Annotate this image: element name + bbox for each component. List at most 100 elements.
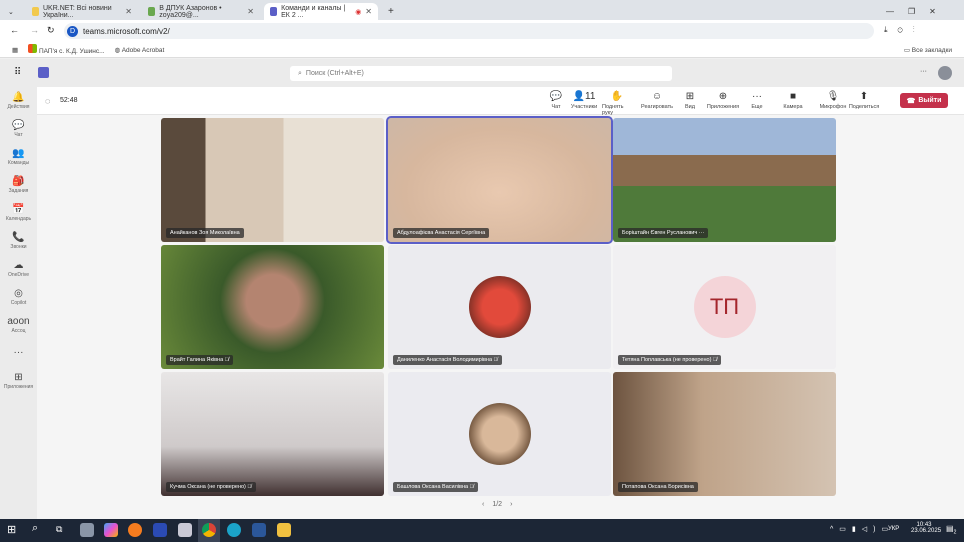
- participant-tile[interactable]: Анайканов Зоя Миколаївна: [161, 118, 384, 242]
- tab-label: UKR.NET: Всі новини України...: [42, 4, 112, 19]
- rail-item[interactable]: ···: [0, 339, 37, 367]
- control-icon: 💬: [549, 91, 563, 102]
- prev-page-icon[interactable]: ‹: [482, 501, 484, 508]
- reload-icon[interactable]: ↻: [47, 25, 55, 36]
- control-label: Камера: [783, 104, 803, 110]
- language-indicator[interactable]: УКР: [888, 526, 899, 532]
- more-icon[interactable]: ···: [920, 68, 927, 75]
- participant-tile[interactable]: Врайт Галина Яківна 🎙̸: [161, 245, 384, 369]
- recording-icon: ◉: [355, 8, 362, 16]
- rail-label: Календарь: [5, 215, 32, 222]
- back-icon[interactable]: ←: [10, 25, 19, 35]
- bookmark-1[interactable]: ПАП'я с. К.Д. Ушинс...: [28, 44, 105, 55]
- participant-tile[interactable]: Боріштайн Євген Русланович ···: [613, 118, 836, 242]
- control-6[interactable]: ··· Еще: [742, 91, 772, 110]
- firefox-icon[interactable]: [128, 523, 142, 537]
- leave-button[interactable]: ☎ Выйти: [900, 93, 948, 108]
- tab-teams[interactable]: Команди и каналы | ЕК 2 ... ◉ ✕: [264, 3, 378, 20]
- rail-label: Звонки: [10, 243, 27, 250]
- taskbar: ⊞ ⌕ ⧉ ^▭▮◁)▭ УКР 10:43 23.06.2025 ▤2: [0, 519, 964, 542]
- rail-item[interactable]: 💬 Чат: [0, 115, 37, 143]
- notification-icon[interactable]: ▤2: [946, 524, 956, 536]
- participant-tile[interactable]: Башлова Оксана Василівна 🎙̸: [388, 372, 611, 496]
- tab-mail[interactable]: В ДПУК Азаронов • zoya209@... ✕: [142, 3, 260, 20]
- participant-tile[interactable]: ТП Тетяна Поплавська (не проверено) 🎙̸: [613, 245, 836, 369]
- rail-item[interactable]: aoon Ассоц: [0, 311, 37, 339]
- participant-tile[interactable]: Потапова Оксана Борисівна: [613, 372, 836, 496]
- rail-label: Приложения: [3, 383, 34, 390]
- search-input[interactable]: ⌕ Поиск (Ctrl+Alt+E): [290, 66, 672, 81]
- forward-icon[interactable]: →: [30, 25, 39, 35]
- control-icon: ⊞: [685, 91, 695, 102]
- close-icon[interactable]: ✕: [365, 7, 372, 16]
- close-icon[interactable]: ✕: [125, 7, 132, 16]
- rail-item[interactable]: 📞 Звонки: [0, 227, 37, 255]
- teams-header: ⠿ ⌕ Поиск (Ctrl+Alt+E) ···: [0, 59, 964, 87]
- rail-icon: aoon: [7, 315, 30, 327]
- participant-name: Кучма Оксана (не проверено) 🎙̸: [166, 482, 256, 492]
- window-controls[interactable]: — ❐ ✕: [880, 3, 942, 20]
- rail-icon: 💬: [12, 119, 25, 131]
- copilot-icon[interactable]: [104, 523, 118, 537]
- participant-name: Анайканов Зоя Миколаївна: [166, 228, 244, 238]
- all-bookmarks[interactable]: ▭ Все закладки: [904, 46, 952, 54]
- new-tab-button[interactable]: +: [382, 3, 400, 20]
- word-icon[interactable]: [252, 523, 266, 537]
- explorer-icon[interactable]: [277, 523, 291, 537]
- app-launcher-icon[interactable]: ⠿: [14, 67, 21, 78]
- bookmarks-bar: ▦ ПАП'я с. К.Д. Ушинс... ◍ Adobe Acrobat…: [0, 42, 964, 58]
- rail-item[interactable]: 🎒 Задания: [0, 171, 37, 199]
- control-8[interactable]: 🎙 Микрофон: [818, 91, 848, 110]
- chrome-icon[interactable]: [202, 523, 216, 537]
- rail-label: Команды: [7, 159, 30, 166]
- control-0[interactable]: 💬 Чат: [541, 91, 571, 110]
- rail-item[interactable]: ☁ OneDrive: [0, 255, 37, 283]
- control-7[interactable]: ■ Камера: [778, 91, 808, 110]
- control-4[interactable]: ⊞ Вид: [675, 91, 705, 110]
- maximize-icon[interactable]: ❐: [908, 7, 915, 16]
- avatar[interactable]: [938, 66, 952, 80]
- app-icon[interactable]: [178, 523, 192, 537]
- app-icon[interactable]: [80, 523, 94, 537]
- tab-label: В ДПУК Азаронов • zoya209@...: [159, 4, 222, 19]
- apps-icon[interactable]: ▦: [12, 46, 18, 54]
- edge-icon[interactable]: [227, 523, 241, 537]
- tab-list-button[interactable]: ⌄: [2, 3, 24, 20]
- tab-ukrnet[interactable]: UKR.NET: Всі новини України... ✕: [26, 3, 138, 20]
- url-input[interactable]: Dteams.microsoft.com/v2/: [64, 23, 874, 39]
- search-icon[interactable]: ⌕: [32, 522, 38, 535]
- minimize-icon[interactable]: —: [886, 7, 894, 16]
- task-view-icon[interactable]: ⧉: [56, 524, 62, 535]
- control-5[interactable]: ⊕ Приложения: [707, 91, 739, 110]
- rail-item[interactable]: ◎ Copilot: [0, 283, 37, 311]
- next-page-icon[interactable]: ›: [510, 501, 512, 508]
- control-9[interactable]: ⬆ Поделиться: [849, 91, 879, 110]
- rail-label: Действия: [7, 103, 30, 110]
- start-icon[interactable]: ⊞: [7, 523, 16, 536]
- bookmark-2[interactable]: ◍ Adobe Acrobat: [115, 46, 165, 54]
- control-3[interactable]: ☺ Реагировать: [641, 91, 673, 110]
- rail-item[interactable]: 🔔 Действия: [0, 87, 37, 115]
- participant-tile[interactable]: Даниленко Анастасія Володимирівна 🎙̸: [388, 245, 611, 369]
- control-2[interactable]: ✋ Поднять руку: [602, 91, 632, 116]
- rail-label: Задания: [8, 187, 29, 194]
- close-icon[interactable]: ✕: [247, 7, 254, 16]
- tray-icons[interactable]: ^▭▮◁)▭: [830, 525, 894, 533]
- app-icon[interactable]: [153, 523, 167, 537]
- rail-item[interactable]: 📅 Календарь: [0, 199, 37, 227]
- teams-icon: [270, 7, 278, 16]
- left-rail: 🔔 Действия 💬 Чат 👥 Команды 🎒 Задания 📅 Календарь 📞…: [0, 87, 37, 519]
- rail-item[interactable]: ⊞ Приложения: [0, 367, 37, 395]
- tab-label: Команди и каналы | ЕК 2 ...: [281, 4, 346, 19]
- close-window-icon[interactable]: ✕: [929, 7, 936, 16]
- control-1[interactable]: 👤11 Участники: [569, 91, 599, 110]
- browser-toolbar-icons[interactable]: ⤓⊙⋮: [884, 25, 925, 35]
- participant-tile[interactable]: Кучма Оксана (не проверено) 🎙̸: [161, 372, 384, 496]
- rail-icon: 👥: [12, 147, 25, 159]
- participant-tile[interactable]: Абдулоафієва Анастасія Сергіївна: [386, 116, 613, 244]
- rail-label: Copilot: [10, 299, 27, 306]
- rail-item[interactable]: 👥 Команды: [0, 143, 37, 171]
- clock[interactable]: 10:43 23.06.2025: [911, 522, 941, 534]
- rail-label: Ассоц: [11, 327, 26, 334]
- avatar: [468, 403, 531, 465]
